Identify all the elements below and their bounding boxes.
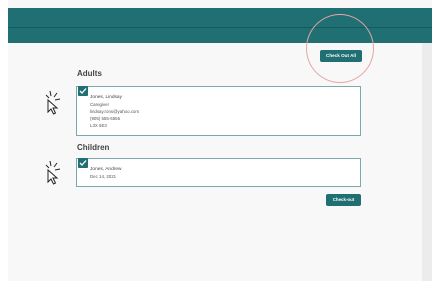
app-header (8, 8, 432, 43)
checkmark-icon (79, 160, 87, 166)
check-out-button[interactable]: Check-out (326, 194, 361, 206)
adult-name: Jones, Lindsay (90, 95, 122, 100)
adult-phone: (905) 555-5555 (90, 116, 121, 121)
right-edge (422, 43, 432, 281)
child-checkbox[interactable] (78, 158, 88, 168)
child-dob: Dec 14, 2021 (90, 174, 117, 179)
header-divider (8, 27, 432, 28)
click-pointer-icon (45, 90, 67, 121)
page-left-edge (0, 0, 8, 281)
check-out-all-button[interactable]: Check Out All (320, 50, 362, 62)
adult-postal: L3X 5E3 (90, 123, 107, 128)
checkmark-icon (79, 88, 87, 94)
click-pointer-icon (45, 160, 67, 191)
adult-checkbox[interactable] (78, 86, 88, 96)
child-card[interactable]: Jones, Andrew Dec 14, 2021 (76, 158, 361, 187)
children-heading: Children (77, 143, 110, 152)
adults-heading: Adults (77, 69, 102, 78)
child-details: Jones, Andrew Dec 14, 2021 (90, 166, 121, 180)
adult-card[interactable]: Jones, Lindsay Caregiver lindsay.rons@ya… (76, 86, 361, 136)
adult-role: Caregiver (90, 102, 110, 107)
adult-email: lindsay.rons@yahoo.com (90, 109, 140, 114)
child-name: Jones, Andrew (90, 167, 122, 172)
adult-details: Jones, Lindsay Caregiver lindsay.rons@ya… (90, 94, 139, 129)
